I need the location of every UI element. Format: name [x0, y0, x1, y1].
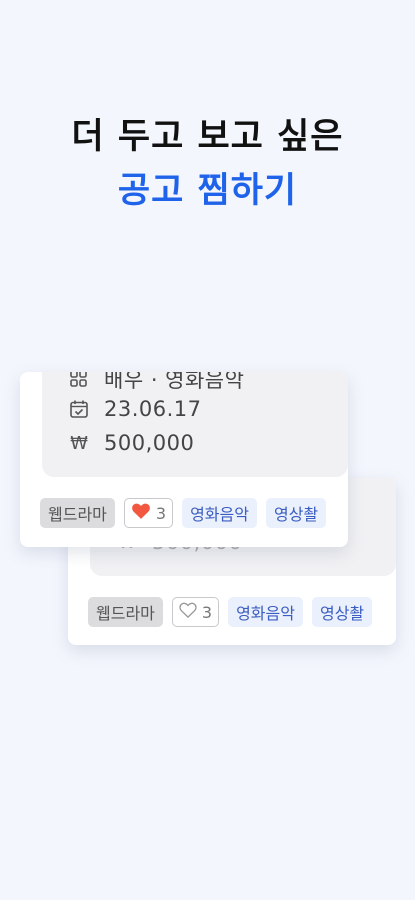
- heart-outline-icon: [179, 602, 197, 622]
- category-tag: 웹드라마: [40, 498, 115, 528]
- job-card-front[interactable]: 배우 · 영화음악 23.06.17 ₩ 500,000 웹드라마 3 영화음악…: [20, 372, 348, 547]
- date-text: 23.06.17: [104, 397, 202, 421]
- genre-tag: 영상촬: [265, 498, 327, 528]
- category-tag: 웹드라마: [88, 597, 163, 627]
- role-row: 배우 · 영화음악: [68, 372, 244, 394]
- pay-row: ₩ 500,000: [68, 431, 194, 455]
- tag-row: 웹드라마 3 영화음악 영상촬: [40, 498, 327, 528]
- headline-line1: 더 두고 보고 싶은: [71, 117, 344, 157]
- grid-icon: [68, 372, 90, 390]
- role-text: 배우 · 영화음악: [104, 372, 245, 392]
- tag-row: 웹드라마 3 영화음악 영상촬: [88, 597, 373, 627]
- headline: 더 두고 보고 싶은 공고 찜하기: [0, 114, 415, 214]
- headline-line2: 공고 찜하기: [117, 171, 298, 211]
- job-info-panel: 배우 · 영화음악 23.06.17 ₩ 500,000: [42, 372, 348, 477]
- won-icon: ₩: [68, 432, 90, 454]
- like-button[interactable]: 3: [123, 498, 174, 528]
- pay-text: 500,000: [104, 431, 195, 455]
- like-count: 3: [155, 503, 167, 523]
- date-row: 23.06.17: [68, 397, 202, 421]
- heart-filled-icon: [131, 502, 151, 524]
- genre-tag: 영상촬: [311, 597, 373, 627]
- like-count: 3: [201, 602, 213, 622]
- genre-tag: 영화음악: [228, 597, 303, 627]
- genre-tag: 영화음악: [182, 498, 257, 528]
- svg-text:₩: ₩: [70, 433, 88, 453]
- calendar-check-icon: [68, 398, 90, 420]
- like-button[interactable]: 3: [171, 597, 220, 627]
